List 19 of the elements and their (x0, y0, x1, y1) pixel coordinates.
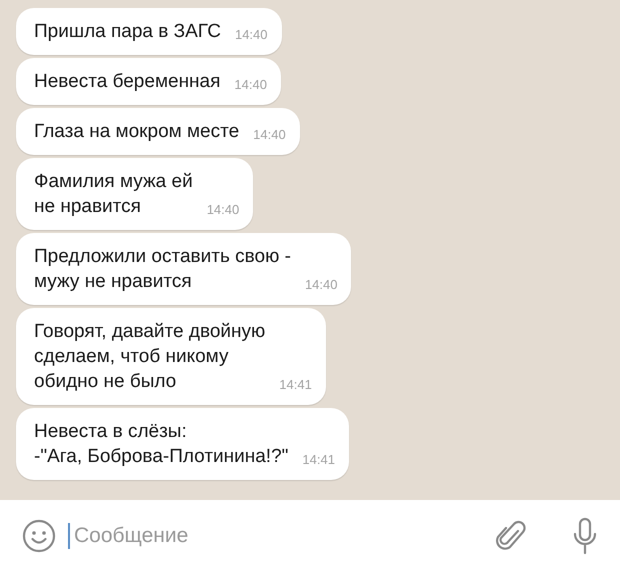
message-time: 14:41 (302, 452, 335, 468)
message-time: 14:41 (279, 377, 312, 393)
text-cursor (68, 522, 70, 548)
emoji-icon[interactable] (22, 518, 56, 552)
message-time: 14:40 (234, 27, 268, 43)
message-text: Предложили оставить свою - мужу не нравится (34, 245, 291, 294)
message-text: Пришла пара в ЗАГС (34, 20, 221, 44)
message-time: 14:40 (304, 277, 338, 293)
message-time: 14:40 (234, 77, 267, 93)
message-text: Глаза на мокром месте (34, 120, 240, 144)
microphone-icon[interactable] (572, 516, 598, 554)
message-time: 14:40 (253, 127, 286, 143)
message-text: Невеста беременная (34, 70, 220, 94)
message-field[interactable]: Сообщение (72, 522, 484, 548)
paperclip-icon[interactable] (496, 518, 526, 552)
message-text: Говорят, давайте двойную сделаем, чтоб никому обидно не было (34, 320, 266, 394)
message-text: Фамилия мужа ей не нравится (34, 170, 193, 219)
message-time: 14:40 (206, 202, 240, 218)
message-text: Невеста в слёзы: -"Ага, Боброва-Плотинина!?" (34, 420, 288, 469)
